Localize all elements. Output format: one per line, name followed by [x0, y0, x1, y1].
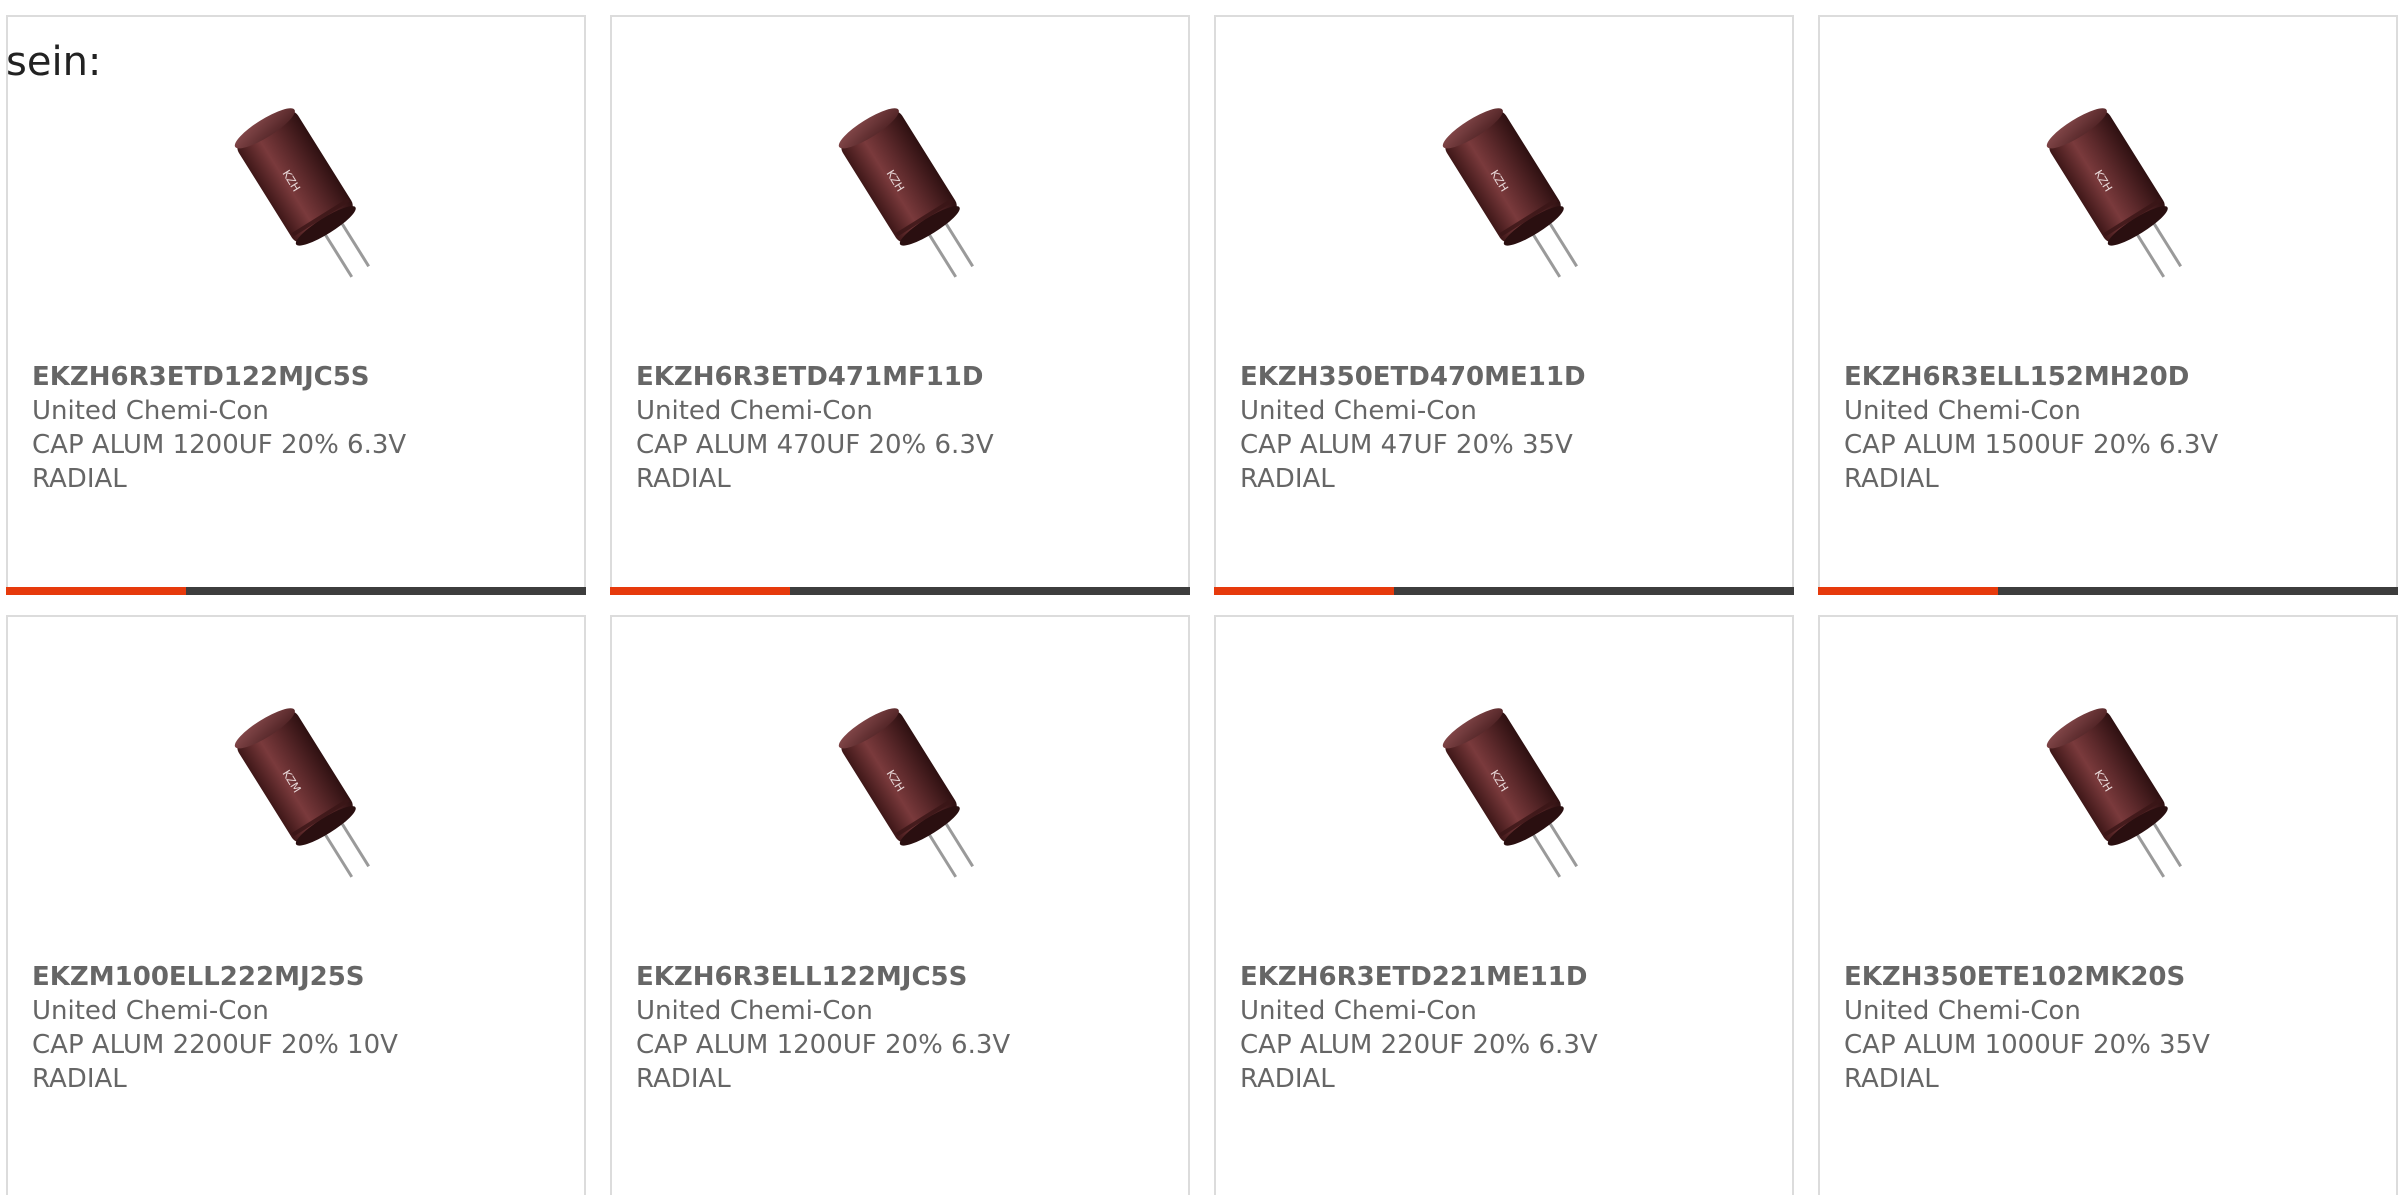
capacitor-icon[interactable]: KZH — [1409, 87, 1609, 287]
progress-fill — [1818, 587, 1998, 595]
product-description: CAP ALUM 1000UF 20% 35V RADIAL — [1844, 1030, 2210, 1094]
product-card[interactable]: KZM EKZM100ELL222MJ25S United Chemi-Con CAP… — [6, 615, 586, 1195]
capacitor-icon[interactable]: KZH — [2013, 687, 2213, 887]
progress-fill — [1214, 587, 1394, 595]
manufacturer: United Chemi-Con — [32, 396, 269, 426]
part-number-link[interactable]: EKZH6R3ETD221ME11D — [1240, 960, 1772, 994]
product-description: CAP ALUM 470UF 20% 6.3V RADIAL — [636, 430, 994, 494]
product-info: EKZH350ETE102MK20S United Chemi-Con CAP AL… — [1844, 960, 2376, 1096]
part-number-link[interactable]: EKZH6R3ELL152MH20D — [1844, 360, 2376, 394]
product-description: CAP ALUM 1200UF 20% 6.3V RADIAL — [636, 1030, 1011, 1094]
manufacturer: United Chemi-Con — [636, 396, 873, 426]
manufacturer: United Chemi-Con — [1844, 996, 2081, 1026]
product-card[interactable]: KZH EKZH350ETD470ME11D United Chemi-Con CAP… — [1214, 15, 1794, 595]
capacitor-icon[interactable]: KZM — [201, 687, 401, 887]
capacitor-icon[interactable]: KZH — [805, 687, 1005, 887]
lead-text: sein: — [6, 39, 102, 85]
product-description: CAP ALUM 220UF 20% 6.3V RADIAL — [1240, 1030, 1598, 1094]
progress-fill — [610, 587, 790, 595]
product-info: EKZH6R3ETD122MJC5S United Chemi-Con CAP AL… — [32, 360, 564, 496]
progress-bar — [6, 587, 586, 595]
capacitor-icon[interactable]: KZH — [2013, 87, 2213, 287]
product-info: EKZH6R3ELL122MJC5S United Chemi-Con CAP AL… — [636, 960, 1168, 1096]
product-info: EKZH6R3ETD471MF11D United Chemi-Con CAP AL… — [636, 360, 1168, 496]
capacitor-icon[interactable]: KZH — [1409, 687, 1609, 887]
progress-bar — [610, 587, 1190, 595]
product-info: EKZH6R3ELL152MH20D United Chemi-Con CAP AL… — [1844, 360, 2376, 496]
product-card[interactable]: KZH EKZH350ETE102MK20S United Chemi-Con CAP… — [1818, 615, 2398, 1195]
part-number-link[interactable]: EKZH350ETD470ME11D — [1240, 360, 1772, 394]
part-number-link[interactable]: EKZH6R3ETD471MF11D — [636, 360, 1168, 394]
product-description: CAP ALUM 1200UF 20% 6.3V RADIAL — [32, 430, 407, 494]
product-info: EKZH350ETD470ME11D United Chemi-Con CAP AL… — [1240, 360, 1772, 496]
product-info: EKZH6R3ETD221ME11D United Chemi-Con CAP AL… — [1240, 960, 1772, 1096]
part-number-link[interactable]: EKZH6R3ETD122MJC5S — [32, 360, 564, 394]
part-number-link[interactable]: EKZH6R3ELL122MJC5S — [636, 960, 1168, 994]
product-description: CAP ALUM 2200UF 20% 10V RADIAL — [32, 1030, 398, 1094]
manufacturer: United Chemi-Con — [636, 996, 873, 1026]
product-card[interactable]: KZH EKZH6R3ETD471MF11D United Chemi-Con CAP… — [610, 15, 1190, 595]
product-grid: KZH EKZH6R3ETD122MJC5S United Chemi-Con CAP… — [6, 15, 2398, 1195]
product-description: CAP ALUM 47UF 20% 35V RADIAL — [1240, 430, 1573, 494]
progress-fill — [6, 587, 186, 595]
product-card[interactable]: KZH EKZH6R3ELL122MJC5S United Chemi-Con CAP… — [610, 615, 1190, 1195]
capacitor-icon[interactable]: KZH — [201, 87, 401, 287]
product-card[interactable]: KZH EKZH6R3ETD221ME11D United Chemi-Con CAP… — [1214, 615, 1794, 1195]
capacitor-icon[interactable]: KZH — [805, 87, 1005, 287]
manufacturer: United Chemi-Con — [32, 996, 269, 1026]
progress-bar — [1214, 587, 1794, 595]
part-number-link[interactable]: EKZH350ETE102MK20S — [1844, 960, 2376, 994]
product-info: EKZM100ELL222MJ25S United Chemi-Con CAP AL… — [32, 960, 564, 1096]
product-card[interactable]: KZH EKZH6R3ELL152MH20D United Chemi-Con CAP… — [1818, 15, 2398, 595]
progress-bar — [1818, 587, 2398, 595]
manufacturer: United Chemi-Con — [1844, 396, 2081, 426]
part-number-link[interactable]: EKZM100ELL222MJ25S — [32, 960, 564, 994]
manufacturer: United Chemi-Con — [1240, 396, 1477, 426]
product-description: CAP ALUM 1500UF 20% 6.3V RADIAL — [1844, 430, 2219, 494]
manufacturer: United Chemi-Con — [1240, 996, 1477, 1026]
product-card[interactable]: KZH EKZH6R3ETD122MJC5S United Chemi-Con CAP… — [6, 15, 586, 595]
